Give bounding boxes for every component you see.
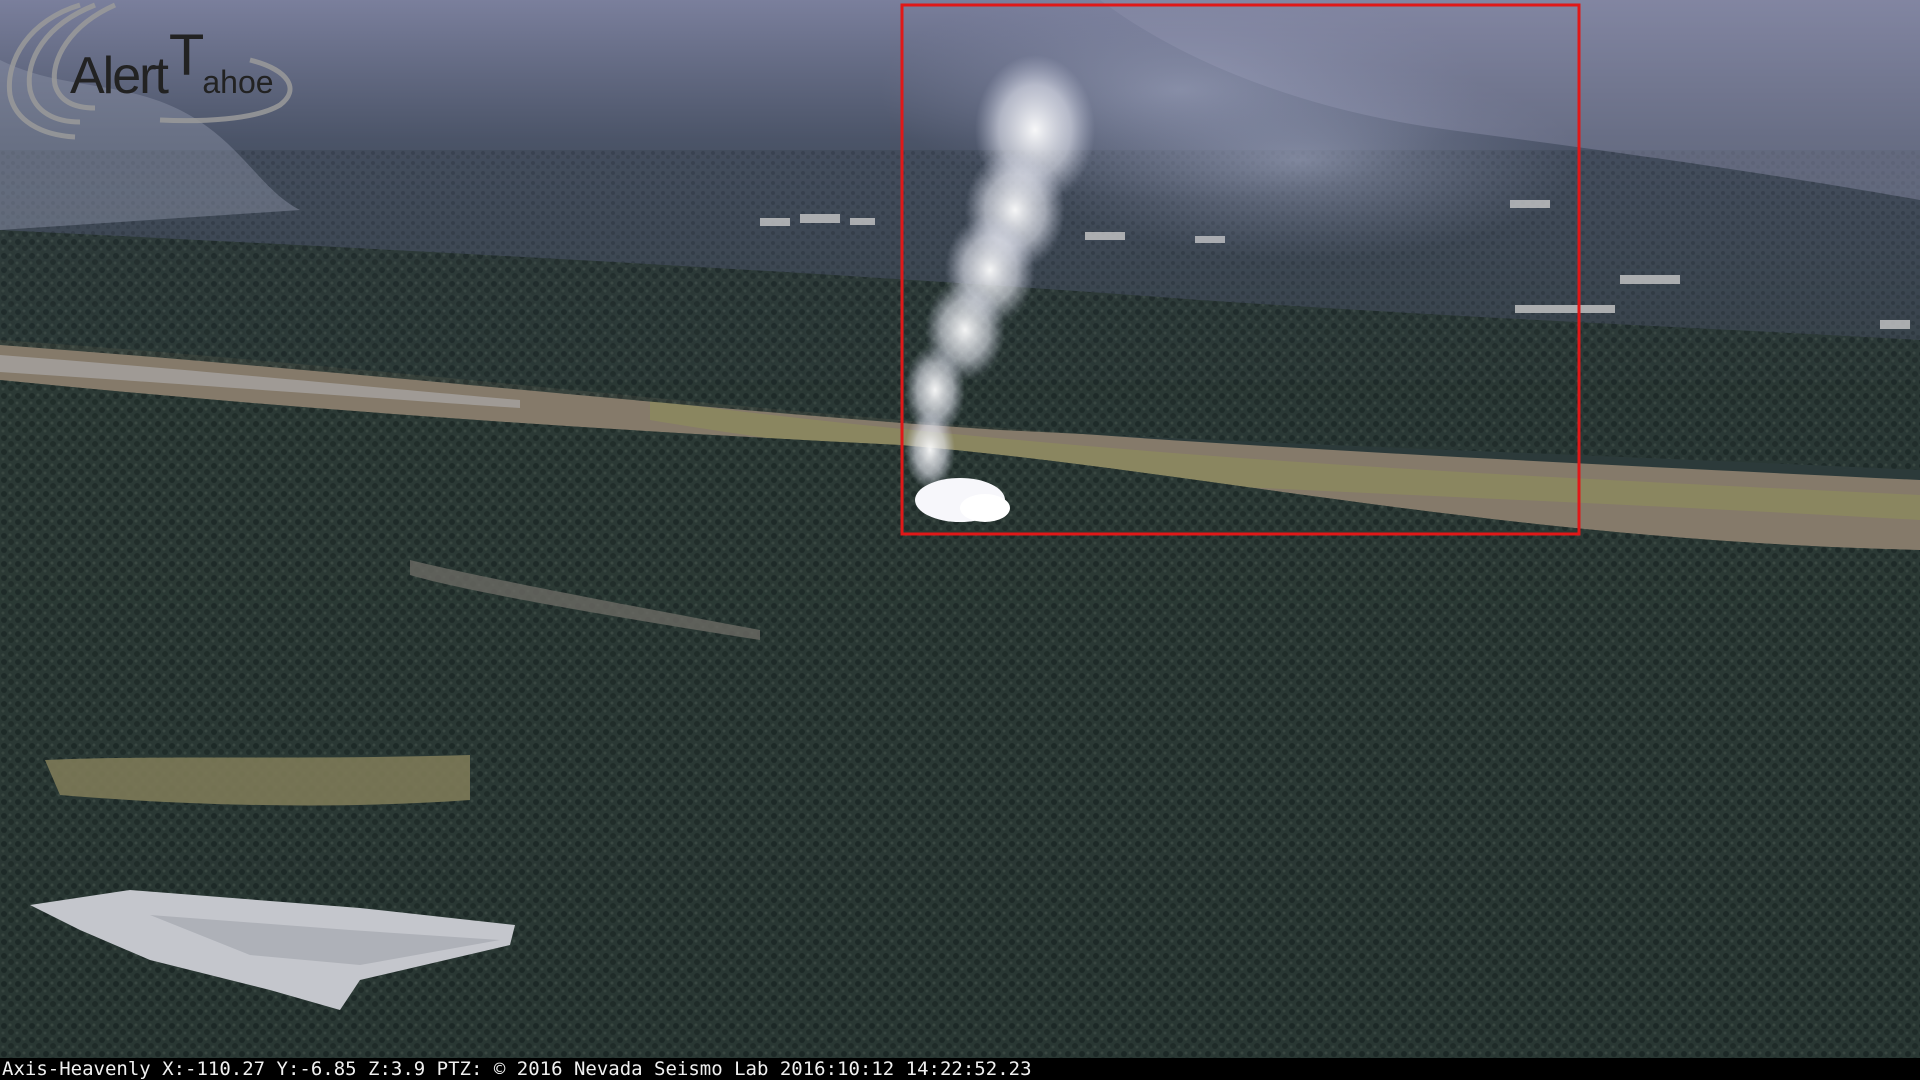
logo-text-ahoe: ahoe [202, 64, 274, 100]
lower-meadow-patch [45, 755, 470, 806]
camera-status-bar: Axis-Heavenly X:-110.27 Y:-6.85 Z:3.9 PT… [0, 1058, 1920, 1080]
logo-text-alert: Alert [70, 47, 169, 105]
logo-text: AlertTahoe [70, 23, 274, 107]
alert-tahoe-logo: AlertTahoe [0, 0, 310, 145]
camera-scene [0, 0, 1920, 1058]
logo-text-t: T [168, 23, 204, 88]
